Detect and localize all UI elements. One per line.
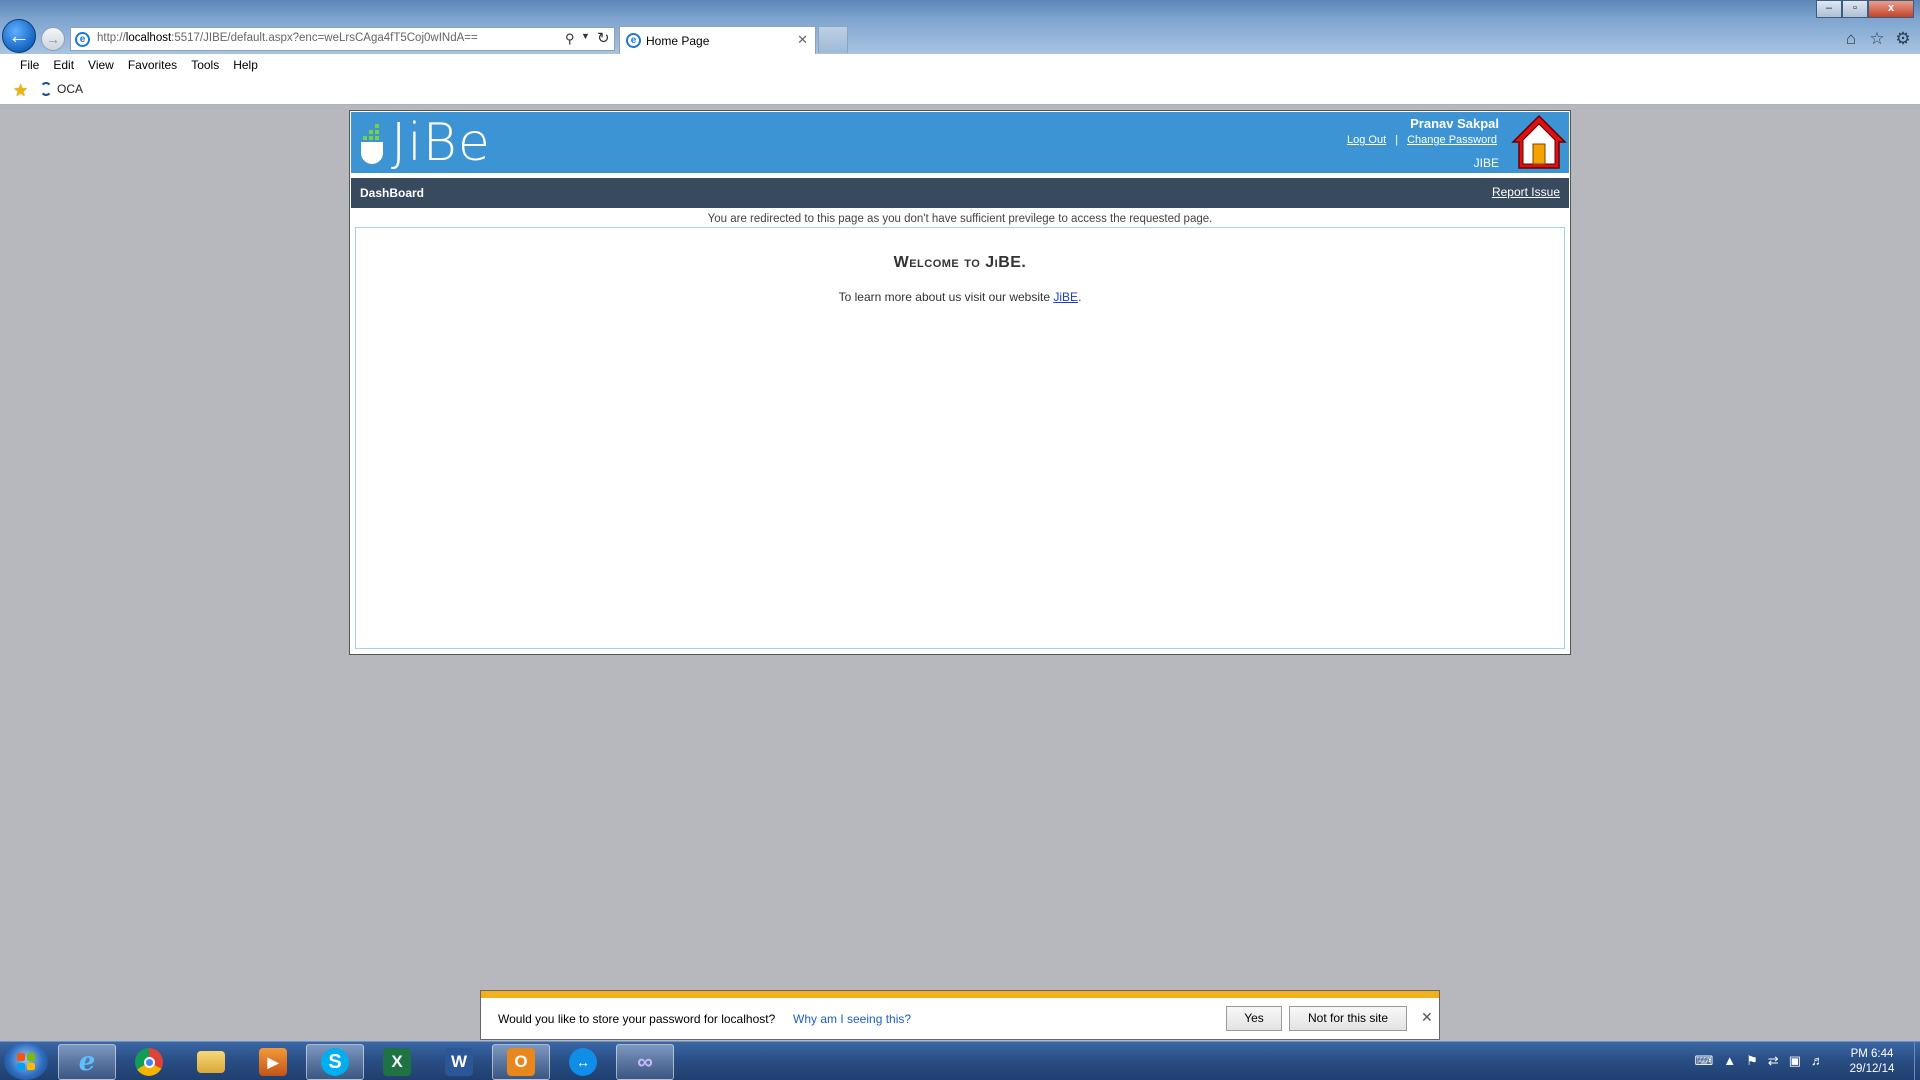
- home-icon[interactable]: ⌂: [1842, 29, 1860, 49]
- address-bar[interactable]: e http://localhost:5517/JIBE/default.asp…: [70, 27, 615, 51]
- skype-icon: S: [321, 1048, 349, 1076]
- window-controls: – ▫ x: [1816, 0, 1914, 18]
- taskbar-word[interactable]: W: [430, 1044, 488, 1080]
- taskbar: e ▶ S X W O ↔ ∞ ⌨ ▲ ⚑ ⇄ ▣ ♬ PM 6:44 29/1…: [0, 1041, 1920, 1080]
- command-icons: ⌂ ☆ ⚙: [1842, 29, 1912, 49]
- content-box: Welcome to JiBE. To learn more about us …: [355, 227, 1565, 649]
- welcome-text: To learn more about us visit our website…: [838, 290, 1082, 304]
- taskbar-media-player[interactable]: ▶: [244, 1044, 302, 1080]
- show-hidden-icons-icon[interactable]: ▲: [1723, 1053, 1736, 1069]
- report-issue-link[interactable]: Report Issue: [1492, 185, 1560, 199]
- gear-icon[interactable]: ⚙: [1894, 29, 1912, 49]
- notification-accent: [481, 991, 1439, 998]
- action-center-flag-icon[interactable]: ⚑: [1746, 1053, 1758, 1069]
- oca-icon: [40, 82, 52, 96]
- logo-mark-icon: [361, 122, 385, 164]
- menu-favorites[interactable]: Favorites: [121, 54, 184, 76]
- address-url[interactable]: http://localhost:5517/JIBE/default.aspx?…: [97, 32, 478, 44]
- word-icon: W: [445, 1048, 473, 1076]
- tab-label: Home Page: [646, 34, 710, 48]
- app-container: JiBe Pranav Sakpal Log Out | Change Pass…: [349, 110, 1571, 655]
- chrome-icon: [135, 1048, 163, 1076]
- link-separator: |: [1395, 134, 1399, 146]
- why-link[interactable]: Why am I seeing this?: [793, 1012, 911, 1026]
- network-icon[interactable]: ▣: [1789, 1053, 1801, 1069]
- close-icon[interactable]: ✕: [1421, 1009, 1433, 1026]
- forward-button[interactable]: →: [41, 27, 65, 51]
- taskbar-chrome[interactable]: [120, 1044, 178, 1080]
- internet-explorer-icon: e: [78, 1047, 96, 1077]
- password-question: Would you like to store your password fo…: [498, 1012, 776, 1026]
- media-player-icon: ▶: [259, 1048, 287, 1076]
- redirect-message: You are redirected to this page as you d…: [707, 213, 1213, 225]
- favorite-oca[interactable]: OCA: [40, 82, 83, 96]
- keyboard-icon[interactable]: ⌨: [1695, 1053, 1714, 1069]
- close-window-button[interactable]: x: [1868, 0, 1914, 18]
- logout-link[interactable]: Log Out: [1347, 134, 1386, 146]
- visual-studio-icon: ∞: [637, 1049, 653, 1074]
- menu-bar: File Edit View Favorites Tools Help: [0, 54, 1920, 76]
- menu-edit[interactable]: Edit: [46, 54, 81, 76]
- website-link[interactable]: JiBE: [1053, 290, 1078, 304]
- nav-bar: DashBoard Report Issue: [351, 178, 1569, 208]
- back-arrow-icon: ←: [8, 23, 30, 48]
- password-notification-bar: Would you like to store your password fo…: [480, 990, 1440, 1040]
- volume-icon[interactable]: ♬: [1811, 1053, 1824, 1069]
- taskbar-internet-explorer[interactable]: e: [58, 1044, 116, 1080]
- refresh-icon[interactable]: ↻: [597, 29, 610, 47]
- menu-view[interactable]: View: [81, 54, 121, 76]
- welcome-title: Welcome to JiBE.: [893, 254, 1027, 271]
- system-tray: ⌨ ▲ ⚑ ⇄ ▣ ♬: [1695, 1053, 1825, 1069]
- restore-button[interactable]: ▫: [1842, 0, 1868, 18]
- not-for-this-site-button[interactable]: Not for this site: [1289, 1006, 1407, 1031]
- windows-logo-icon: [17, 1053, 35, 1070]
- dropdown-arrow-icon[interactable]: ▼: [581, 31, 590, 41]
- teamviewer-icon: ↔: [569, 1048, 597, 1076]
- ie-page-icon: e: [75, 32, 90, 47]
- logo-text: JiBe: [391, 113, 491, 173]
- favorites-star-icon[interactable]: ☆: [1868, 29, 1886, 49]
- show-desktop-button[interactable]: [1914, 1042, 1920, 1080]
- outlook-icon: O: [507, 1048, 535, 1076]
- search-icon[interactable]: ⚲: [565, 31, 575, 47]
- taskbar-skype[interactable]: S: [306, 1044, 364, 1080]
- back-button[interactable]: ←: [2, 19, 36, 53]
- close-icon[interactable]: ✕: [797, 32, 808, 48]
- forward-arrow-icon: →: [46, 31, 60, 47]
- clock-date: 29/12/14: [1849, 1063, 1895, 1075]
- user-name: Pranav Sakpal: [1410, 116, 1499, 131]
- nav-title: DashBoard: [360, 186, 425, 200]
- excel-icon: X: [383, 1048, 411, 1076]
- home-icon[interactable]: [1509, 112, 1569, 172]
- favorite-oca-label: OCA: [57, 82, 84, 96]
- favorites-bar: ★ OCA: [0, 76, 1920, 105]
- browser-title-bar: ← → e http://localhost:5517/JIBE/default…: [0, 0, 1920, 54]
- taskbar-visual-studio[interactable]: ∞: [616, 1044, 674, 1080]
- menu-tools[interactable]: Tools: [184, 54, 226, 76]
- ie-page-icon: e: [626, 33, 641, 48]
- menu-help[interactable]: Help: [226, 54, 265, 76]
- taskbar-excel[interactable]: X: [368, 1044, 426, 1080]
- clock-time: PM 6:44: [1850, 1048, 1894, 1060]
- clock[interactable]: PM 6:44 29/12/14: [1832, 1047, 1912, 1077]
- yes-button[interactable]: Yes: [1226, 1006, 1282, 1031]
- start-button[interactable]: [4, 1043, 48, 1080]
- sync-icon[interactable]: ⇄: [1768, 1053, 1779, 1069]
- change-password-link[interactable]: Change Password: [1407, 134, 1497, 146]
- app-header: JiBe Pranav Sakpal Log Out | Change Pass…: [351, 112, 1569, 173]
- jibe-logo[interactable]: JiBe: [361, 113, 491, 173]
- folder-icon: [197, 1051, 225, 1073]
- taskbar-file-explorer[interactable]: [182, 1044, 240, 1080]
- add-favorites-star-icon[interactable]: ★: [13, 81, 28, 101]
- menu-file[interactable]: File: [13, 54, 46, 76]
- tab-home-page[interactable]: e Home Page ✕: [619, 26, 816, 54]
- taskbar-teamviewer[interactable]: ↔: [554, 1044, 612, 1080]
- user-links: Log Out | Change Password: [1347, 134, 1497, 146]
- app-code: JIBE: [1473, 156, 1499, 170]
- new-tab-button[interactable]: [818, 26, 848, 53]
- minimize-button[interactable]: –: [1816, 0, 1842, 18]
- taskbar-outlook[interactable]: O: [492, 1044, 550, 1080]
